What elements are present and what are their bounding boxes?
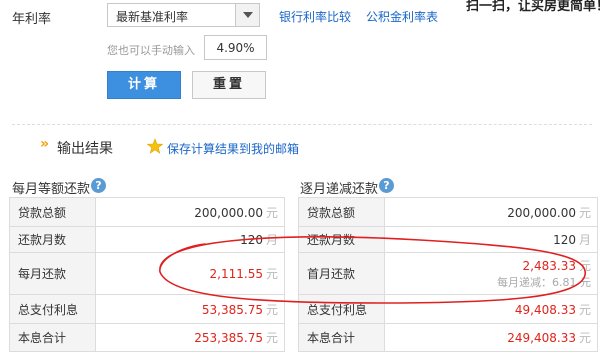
- row-value: 249,408.33 元: [384, 323, 598, 352]
- row-label: 每月还款: [9, 252, 96, 295]
- row-value: 2,483.33 元 每月递减：6.81 元: [384, 252, 598, 295]
- output-title: 输出结果: [57, 141, 113, 157]
- row-label: 首月还款: [298, 252, 385, 295]
- table-row: 总支付利息 53,385.75 元: [9, 294, 285, 324]
- rate-select-value: 最新基准利率: [116, 10, 189, 24]
- star-icon: [146, 138, 164, 157]
- row-value: 200,000.00 元: [95, 197, 285, 227]
- manual-input-hint: 您也可以手动输入: [107, 44, 195, 57]
- table-row: 首月还款 2,483.33 元 每月递减：6.81 元: [298, 252, 598, 295]
- row-label: 贷款总额: [9, 197, 96, 227]
- row-label: 贷款总额: [298, 197, 385, 227]
- save-to-email-link[interactable]: 保存计算结果到我的邮箱: [167, 140, 299, 157]
- section-divider: [12, 124, 592, 125]
- reset-button[interactable]: 重置: [192, 71, 266, 99]
- table-row: 总支付利息 49,408.33 元: [298, 294, 598, 324]
- table-row: 还款月数 120 月: [9, 226, 285, 253]
- promo-text: 扫一扫，让买房更简单！: [466, 0, 600, 14]
- row-label: 本息合计: [9, 323, 96, 352]
- calculate-button[interactable]: 计算: [107, 71, 181, 99]
- table-row: 还款月数 120 月: [298, 226, 598, 253]
- row-label: 总支付利息: [298, 294, 385, 324]
- row-label: 还款月数: [298, 226, 385, 253]
- rate-label: 年利率: [12, 12, 52, 27]
- table-row: 贷款总额 200,000.00 元: [9, 197, 285, 227]
- row-label: 还款月数: [9, 226, 96, 253]
- row-value: 200,000.00 元: [384, 197, 598, 227]
- row-value: 2,111.55 元: [95, 252, 285, 295]
- row-value: 120 月: [95, 226, 285, 253]
- double-chevron-icon: »: [40, 136, 50, 152]
- chevron-down-icon[interactable]: [235, 4, 259, 26]
- row-value: 120 月: [384, 226, 598, 253]
- rate-select[interactable]: 最新基准利率: [107, 3, 260, 27]
- monthly-decrease-text: 每月递减：6.81 元: [497, 276, 591, 289]
- table-row: 本息合计 249,408.33 元: [298, 323, 598, 352]
- decreasing-title: 逐月递减还款: [300, 182, 379, 197]
- equal-installment-title: 每月等额还款: [12, 182, 91, 197]
- table-row: 本息合计 253,385.75 元: [9, 323, 285, 352]
- equal-installment-table: 贷款总额 200,000.00 元 还款月数 120 月 每月还款 2,111.55…: [9, 197, 285, 352]
- fund-rate-table-link[interactable]: 公积金利率表: [366, 8, 438, 25]
- row-value: 53,385.75 元: [95, 294, 285, 324]
- bank-rate-compare-link[interactable]: 银行利率比较: [279, 8, 351, 25]
- row-value: 253,385.75 元: [95, 323, 285, 352]
- help-icon[interactable]: ?: [91, 178, 106, 193]
- row-value: 49,408.33 元: [384, 294, 598, 324]
- table-row: 每月还款 2,111.55 元: [9, 252, 285, 295]
- decreasing-table: 贷款总额 200,000.00 元 还款月数 120 月 首月还款 2,483.33…: [298, 197, 598, 352]
- row-label: 本息合计: [298, 323, 385, 352]
- table-row: 贷款总额 200,000.00 元: [298, 197, 598, 227]
- help-icon[interactable]: ?: [379, 178, 394, 193]
- row-label: 总支付利息: [9, 294, 96, 324]
- rate-input[interactable]: [204, 35, 267, 60]
